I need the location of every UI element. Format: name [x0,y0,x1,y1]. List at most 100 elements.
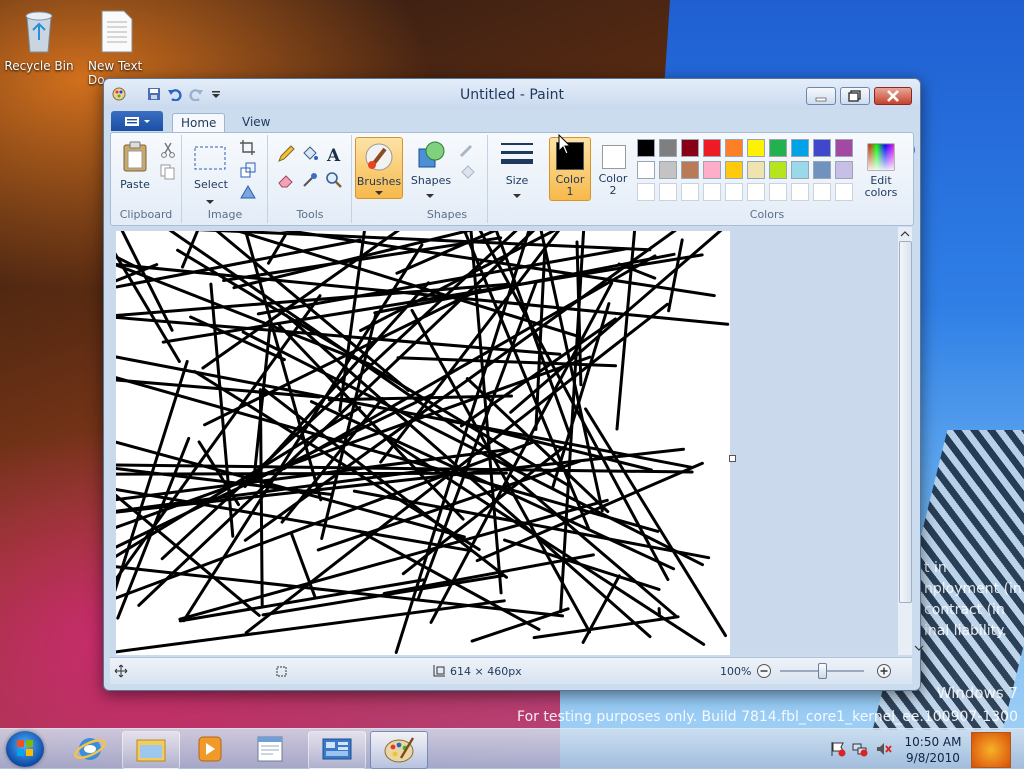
action-center-flag-icon[interactable] [830,741,846,757]
color-picker-icon[interactable] [301,171,319,189]
palette-swatch[interactable] [813,183,831,201]
size-dropdown-icon[interactable] [512,193,522,199]
palette-swatch[interactable] [637,161,655,179]
crop-icon[interactable] [239,139,257,157]
windows-logo-icon [6,731,44,767]
recycle-bin-label: Recycle Bin [3,59,75,73]
palette-swatch[interactable] [637,139,655,157]
minimize-button[interactable] [806,87,836,105]
zoom-slider-thumb[interactable] [818,663,827,679]
file-menu-button[interactable] [111,111,163,131]
edit-colors-label-2[interactable]: colors [859,187,903,199]
maximize-button[interactable] [840,87,870,105]
tab-view[interactable]: View [234,113,278,132]
palette-swatch[interactable] [813,139,831,157]
outline-icon[interactable] [459,141,477,159]
canvas-resize-handle-right[interactable] [729,455,736,462]
volume-muted-icon[interactable] [876,741,892,757]
palette-swatch[interactable] [681,139,699,157]
resize-icon[interactable] [239,161,257,179]
palette-swatch[interactable] [703,139,721,157]
clipboard-group-label: Clipboard [111,208,181,221]
scroll-thumb[interactable] [899,241,912,603]
tab-home[interactable]: Home [172,113,225,133]
palette-swatch[interactable] [791,183,809,201]
brush-stroke [163,255,702,342]
palette-swatch[interactable] [769,183,787,201]
color2-button[interactable]: Color 2 [593,137,633,199]
scroll-down-icon[interactable] [912,641,926,655]
show-desktop-button[interactable] [971,732,1011,768]
text-document-icon [96,8,136,54]
taskbar-internet-explorer[interactable] [62,731,118,767]
palette-swatch[interactable] [835,139,853,157]
taskbar-control-panel[interactable] [308,731,366,769]
close-icon [875,88,911,104]
new-text-document-desktop-icon[interactable]: New Text Do [80,8,152,88]
brush-stroke [534,617,678,638]
select-button[interactable]: Select [191,179,231,191]
edit-colors-icon[interactable] [866,142,896,172]
copy-icon[interactable] [159,163,177,181]
palette-swatch[interactable] [637,183,655,201]
close-button[interactable] [874,87,912,105]
cut-icon[interactable] [159,141,177,159]
palette-swatch[interactable] [835,161,853,179]
canvas-size-icon [432,664,446,678]
network-icon[interactable] [852,741,868,757]
fill-shape-icon[interactable] [459,163,477,181]
palette-swatch[interactable] [725,139,743,157]
zoom-out-icon[interactable] [756,663,772,679]
palette-swatch[interactable] [835,183,853,201]
pencil-icon[interactable] [277,145,295,163]
taskbar-windows-explorer[interactable] [122,731,180,769]
text-icon[interactable]: A [325,145,343,163]
shapes-dropdown-icon[interactable] [425,193,435,199]
palette-swatch[interactable] [659,139,677,157]
size-button[interactable]: Size [489,175,545,187]
watermark-line: t in [924,558,1024,579]
palette-swatch[interactable] [659,183,677,201]
palette-swatch[interactable] [747,139,765,157]
zoom-level: 100% [720,665,751,678]
drawing-canvas[interactable] [116,231,730,655]
taskbar-media-player[interactable] [182,731,238,767]
recycle-bin-desktop-icon[interactable]: Recycle Bin [3,8,75,73]
paint-window: Untitled - Paint Home View ? Paste Clipb… [103,78,921,691]
minimize-icon [807,88,835,104]
palette-swatch[interactable] [703,183,721,201]
vertical-scrollbar[interactable] [898,227,912,655]
fill-icon[interactable] [301,145,319,163]
clock-date[interactable]: 9/8/2010 [903,751,963,765]
select-dropdown-icon[interactable] [205,199,215,205]
taskbar-paint[interactable] [370,731,428,769]
palette-swatch[interactable] [659,161,677,179]
palette-swatch[interactable] [769,139,787,157]
shapes-button[interactable]: Shapes [409,175,453,187]
palette-swatch[interactable] [747,183,765,201]
palette-swatch[interactable] [681,183,699,201]
magnifier-icon[interactable] [325,171,343,189]
palette-swatch[interactable] [769,161,787,179]
taskbar-notepad[interactable] [242,731,298,767]
palette-swatch[interactable] [725,161,743,179]
palette-swatch[interactable] [791,161,809,179]
clock-time[interactable]: 10:50 AM [903,735,963,749]
palette-swatch[interactable] [813,161,831,179]
brush-icon [363,141,395,173]
brushes-button[interactable]: Brushes [355,137,403,199]
zoom-in-icon[interactable] [876,663,892,679]
title-bar[interactable]: Untitled - Paint [104,79,920,109]
paste-button[interactable]: Paste [117,179,153,191]
palette-swatch[interactable] [703,161,721,179]
palette-swatch[interactable] [791,139,809,157]
start-button[interactable] [6,731,44,767]
rotate-icon[interactable] [239,183,257,201]
shapes-group: Shapes Shapes [407,135,488,223]
palette-swatch[interactable] [747,161,765,179]
eraser-icon[interactable] [277,171,295,189]
scroll-up-icon[interactable] [898,227,912,241]
palette-swatch[interactable] [681,161,699,179]
notepad-icon [242,731,298,767]
palette-swatch[interactable] [725,183,743,201]
